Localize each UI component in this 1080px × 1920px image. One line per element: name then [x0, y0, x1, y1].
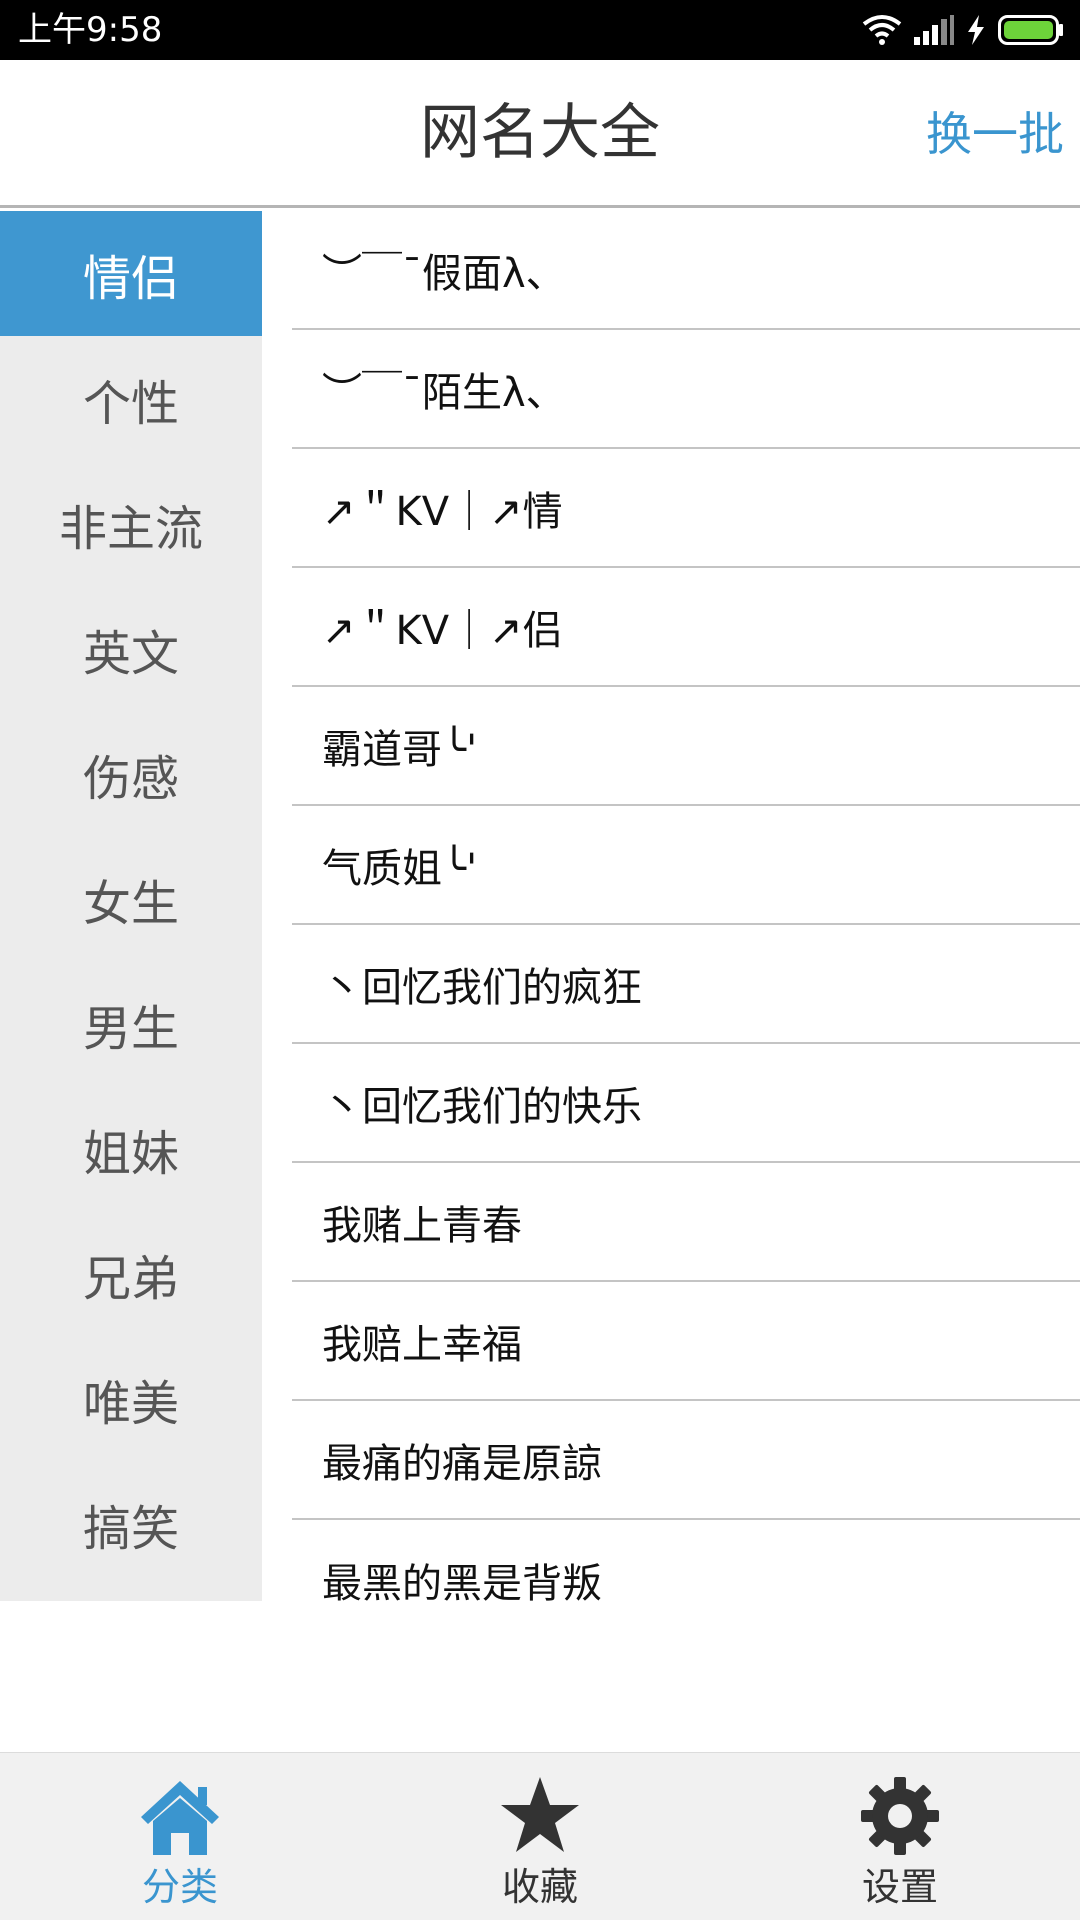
list-item[interactable]: 气质姐╰' [292, 806, 1080, 925]
status-time: 上午9:58 [18, 10, 163, 50]
page-title: 网名大全 [420, 98, 660, 168]
sidebar-item-funny[interactable]: 搞笑 [0, 1461, 262, 1586]
list-item[interactable]: 最黑的黑是背叛 [292, 1520, 1080, 1639]
list-item[interactable]: 丶回忆我们的快乐 [292, 1044, 1080, 1163]
list-item[interactable]: 我赌上青春 [292, 1163, 1080, 1282]
sidebar-item-sad[interactable]: 伤感 [0, 711, 262, 836]
sidebar-item-sisters[interactable]: 姐妹 [0, 1086, 262, 1211]
sidebar-item-couple[interactable]: 情侣 [0, 211, 262, 336]
gear-icon [857, 1773, 943, 1863]
app-screen: 上午9:58 网名大全 换一批 情侣 个性 非主流 英文 伤感 女生 男生 姐妹… [0, 0, 1080, 1920]
nickname-list: ︶￣ˉ假面λ、 ︶￣ˉ陌生λ、 ↗＂KV｜↗情 ↗＂KV｜↗侣 霸道哥╰' 气质… [292, 211, 1080, 1639]
nav-tab-category[interactable]: 分类 [0, 1753, 360, 1920]
charging-icon [966, 15, 986, 45]
sidebar-item-personality[interactable]: 个性 [0, 336, 262, 461]
list-item[interactable]: 最痛的痛是原諒 [292, 1401, 1080, 1520]
list-item[interactable]: ↗＂KV｜↗侣 [292, 568, 1080, 687]
battery-icon [998, 15, 1064, 45]
nav-tab-settings[interactable]: 设置 [720, 1753, 1080, 1920]
list-item[interactable]: ︶￣ˉ假面λ、 [292, 211, 1080, 330]
nav-label: 收藏 [501, 1865, 578, 1909]
sidebar-item-aesthetic[interactable]: 唯美 [0, 1336, 262, 1461]
sidebar-item-brothers[interactable]: 兄弟 [0, 1211, 262, 1336]
star-icon [497, 1773, 583, 1863]
list-item[interactable]: 霸道哥╰' [292, 687, 1080, 806]
wifi-icon [862, 14, 902, 46]
status-bar: 上午9:58 [0, 0, 1080, 60]
sidebar-item-english[interactable]: 英文 [0, 586, 262, 711]
nav-label: 分类 [141, 1865, 218, 1909]
bottom-nav: 分类 收藏 设置 [0, 1752, 1080, 1920]
sidebar-item-boys[interactable]: 男生 [0, 961, 262, 1086]
nav-tab-favorites[interactable]: 收藏 [360, 1753, 720, 1920]
nav-label: 设置 [861, 1865, 938, 1909]
category-sidebar: 情侣 个性 非主流 英文 伤感 女生 男生 姐妹 兄弟 唯美 搞笑 [0, 211, 262, 1601]
sidebar-item-girls[interactable]: 女生 [0, 836, 262, 961]
refresh-batch-button[interactable]: 换一批 [926, 106, 1064, 162]
signal-icon [914, 15, 954, 45]
title-bar: 网名大全 换一批 [0, 60, 1080, 208]
list-item[interactable]: ↗＂KV｜↗情 [292, 449, 1080, 568]
list-item[interactable]: 丶回忆我们的疯狂 [292, 925, 1080, 1044]
status-icons [862, 12, 1064, 48]
list-item[interactable]: ︶￣ˉ陌生λ、 [292, 330, 1080, 449]
home-icon [137, 1773, 223, 1863]
list-item[interactable]: 我赔上幸福 [292, 1282, 1080, 1401]
sidebar-item-non-mainstream[interactable]: 非主流 [0, 461, 262, 586]
